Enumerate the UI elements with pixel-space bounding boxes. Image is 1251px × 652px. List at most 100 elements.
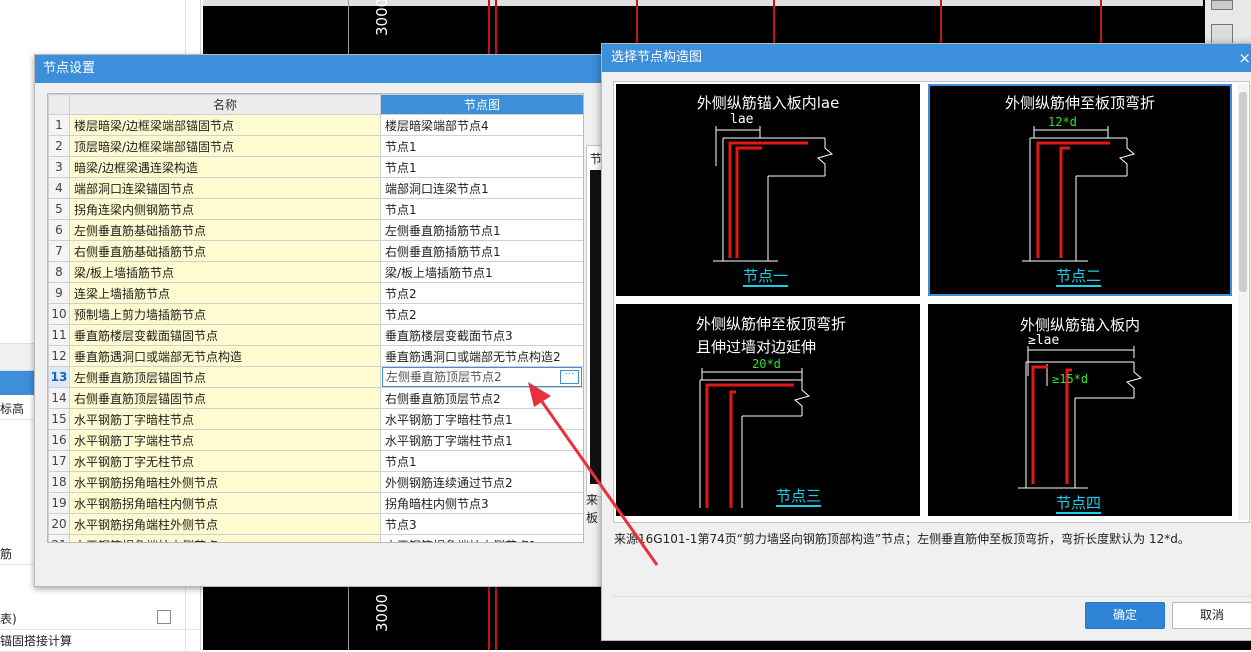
table-row[interactable]: 9 连梁上墙插筋节点 节点2 [48,282,583,304]
table-row[interactable]: 3 暗梁/边框梁遇连梁构造 节点1 [48,156,583,178]
row-node-cell[interactable]: 左侧垂直筋顶层节点2 ··· [380,366,583,388]
row-name-cell[interactable]: 暗梁/边框梁遇连梁构造 [69,156,381,178]
row-number: 1 [48,114,70,136]
row-node-cell[interactable]: 垂直筋楼层变截面节点3 [380,324,583,346]
table-row[interactable]: 13 左侧垂直筋顶层锚固节点 左侧垂直筋顶层节点2 ··· [48,366,583,388]
row-number: 10 [48,303,70,325]
cad-wall-line [1100,0,1102,45]
panel-checkbox[interactable] [157,610,171,624]
node-card-2[interactable]: 外侧纵筋伸至板顶弯折 12*d 节点二 [928,84,1232,296]
row-node-cell[interactable]: 垂直筋遇洞口或端部无节点构造2 [380,345,583,367]
panel-row-label: 表) [0,612,17,626]
table-row[interactable]: 11 垂直筋楼层变截面锚固节点 垂直筋楼层变截面节点3 [48,324,583,346]
row-number: 9 [48,282,70,304]
dim-text: ≥15*d [1052,372,1088,386]
row-name-cell[interactable]: 左侧垂直筋基础插筋节点 [69,219,381,241]
panel-row-label: 标高 [0,402,25,416]
row-node-cell[interactable]: 水平钢筋丁字暗柱节点1 [380,408,583,430]
node-picker-dialog: 选择节点构造图 × 外侧纵筋锚入板内lae lae 节点一 外侧纵筋伸至板顶弯折… [601,43,1251,641]
column-header-node[interactable]: 节点图 [380,94,583,115]
table-row[interactable]: 20 水平钢筋拐角端柱外侧节点 节点3 [48,513,583,535]
panel-row[interactable]: 锚固搭接计算 [0,627,200,652]
node-description: 来源16G101-1第74页“剪力墙竖向钢筋顶部构造”节点；左侧垂直筋伸至板顶弯… [614,532,1190,546]
gallery-scroll-thumb[interactable] [1239,92,1247,292]
row-node-cell[interactable]: 节点2 [380,282,583,304]
row-name-cell[interactable]: 水平钢筋拐角端柱内侧节点 [69,534,381,542]
row-number: 16 [48,429,70,451]
gallery-scrollbar[interactable] [1238,84,1248,520]
row-name-cell[interactable]: 右侧垂直筋基础插筋节点 [69,240,381,262]
table-row[interactable]: 19 水平钢筋拐角暗柱内侧节点 拐角暗柱内侧节点3 [48,492,583,514]
row-node-cell[interactable]: 右侧垂直筋插筋节点1 [380,240,583,262]
row-node-cell[interactable]: 外侧钢筋连续通过节点2 [380,471,583,493]
table-row[interactable]: 17 水平钢筋丁字无柱节点 节点1 [48,450,583,472]
row-name-cell[interactable]: 端部洞口连梁锚固节点 [69,177,381,199]
column-header-name[interactable]: 名称 [69,94,381,115]
row-name-cell[interactable]: 水平钢筋丁字无柱节点 [69,450,381,472]
row-name-cell[interactable]: 拐角连梁内侧钢筋节点 [69,198,381,220]
view-cube-toolbar[interactable] [1205,0,1251,48]
row-node-cell[interactable]: 水平钢筋丁字端柱节点1 [380,429,583,451]
node-card-3[interactable]: 外侧纵筋伸至板顶弯折 且伸过墙对边延伸 20*d 节点三 [616,304,920,516]
table-row[interactable]: 14 右侧垂直筋顶层锚固节点 右侧垂直筋顶层节点2 [48,387,583,409]
table-row[interactable]: 12 垂直筋遇洞口或端部无节点构造 垂直筋遇洞口或端部无节点构造2 [48,345,583,367]
row-name-cell[interactable]: 顶层暗梁/边框梁端部锚固节点 [69,135,381,157]
row-node-cell[interactable]: 节点1 [380,450,583,472]
row-name-cell[interactable]: 水平钢筋丁字暗柱节点 [69,408,381,430]
row-node-cell[interactable]: 拐角暗柱内侧节点3 [380,492,583,514]
row-number: 11 [48,324,70,346]
row-node-cell[interactable]: 楼层暗梁端部节点4 [380,114,583,136]
row-name-cell[interactable]: 左侧垂直筋顶层锚固节点 [69,366,381,388]
row-node-cell[interactable]: 水平钢筋拐角端柱内侧节点1 [380,534,583,542]
table-row[interactable]: 4 端部洞口连梁锚固节点 端部洞口连梁节点1 [48,177,583,199]
panel-row-label: 筋 [0,547,13,561]
row-number: 2 [48,135,70,157]
row-name-cell[interactable]: 楼层暗梁/边框梁端部锚固节点 [69,114,381,136]
table-row[interactable]: 5 拐角连梁内侧钢筋节点 节点1 [48,198,583,220]
table-row[interactable]: 1 楼层暗梁/边框梁端部锚固节点 楼层暗梁端部节点4 [48,114,583,136]
more-icon[interactable]: ··· [560,370,579,384]
table-row[interactable]: 8 梁/板上墙插筋节点 梁/板上墙插筋节点1 [48,261,583,283]
table-row[interactable]: 10 预制墙上剪力墙插筋节点 节点2 [48,303,583,325]
row-node-cell[interactable]: 左侧垂直筋插筋节点1 [380,219,583,241]
row-name-cell[interactable]: 水平钢筋丁字端柱节点 [69,429,381,451]
table-row[interactable]: 18 水平钢筋拐角暗柱外侧节点 外侧钢筋连续通过节点2 [48,471,583,493]
row-node-cell[interactable]: 节点1 [380,135,583,157]
node-card-4[interactable]: 外侧纵筋锚入板内 ≥lae ≥15*d 节点四 [928,304,1232,516]
row-name-cell[interactable]: 水平钢筋拐角端柱外侧节点 [69,513,381,535]
node-select-field[interactable]: 左侧垂直筋顶层节点2 ··· [382,367,582,387]
table-row[interactable]: 21水平钢筋拐角端柱内侧节点水平钢筋拐角端柱内侧节点1 [48,534,583,542]
row-name-cell[interactable]: 右侧垂直筋顶层锚固节点 [69,387,381,409]
row-name-cell[interactable]: 水平钢筋拐角暗柱内侧节点 [69,492,381,514]
row-node-cell[interactable]: 节点2 [380,303,583,325]
row-name-cell[interactable]: 连梁上墙插筋节点 [69,282,381,304]
view-cube-top-icon[interactable] [1211,0,1233,10]
row-name-cell[interactable]: 垂直筋楼层变截面锚固节点 [69,324,381,346]
close-icon[interactable]: × [1238,49,1251,67]
node-1-drawing: lae [713,112,834,262]
table-row[interactable]: 2 顶层暗梁/边框梁端部锚固节点 节点1 [48,135,583,157]
node-settings-table: 名称 节点图 1 楼层暗梁/边框梁端部锚固节点 楼层暗梁端部节点4 2 顶层暗梁/边框梁… [47,93,584,543]
row-name-cell[interactable]: 梁/板上墙插筋节点 [69,261,381,283]
row-name-cell[interactable]: 垂直筋遇洞口或端部无节点构造 [69,345,381,367]
node-gallery: 外侧纵筋锚入板内lae lae 节点一 外侧纵筋伸至板顶弯折 12*d 节点二 … [613,81,1250,523]
table-row[interactable]: 7 右侧垂直筋基础插筋节点 右侧垂直筋插筋节点1 [48,240,583,262]
ok-button[interactable]: 确定 [1085,602,1165,629]
table-row[interactable]: 6 左侧垂直筋基础插筋节点 左侧垂直筋插筋节点1 [48,219,583,241]
row-number: 12 [48,345,70,367]
row-node-cell[interactable]: 节点1 [380,156,583,178]
row-node-cell[interactable]: 节点3 [380,513,583,535]
row-name-cell[interactable]: 预制墙上剪力墙插筋节点 [69,303,381,325]
node-card-1[interactable]: 外侧纵筋锚入板内lae lae 节点一 [616,84,920,296]
cancel-button[interactable]: 取消 [1172,602,1251,629]
row-node-cell[interactable]: 端部洞口连梁节点1 [380,177,583,199]
table-row[interactable]: 16 水平钢筋丁字端柱节点 水平钢筋丁字端柱节点1 [48,429,583,451]
row-node-cell[interactable]: 梁/板上墙插筋节点1 [380,261,583,283]
table-row[interactable]: 15 水平钢筋丁字暗柱节点 水平钢筋丁字暗柱节点1 [48,408,583,430]
card-label: 节点一 [743,267,789,287]
card-label: 节点二 [1056,267,1102,287]
row-number: 15 [48,408,70,430]
row-name-cell[interactable]: 水平钢筋拐角暗柱外侧节点 [69,471,381,493]
row-node-cell[interactable]: 节点1 [380,198,583,220]
row-node-cell[interactable]: 右侧垂直筋顶层节点2 [380,387,583,409]
